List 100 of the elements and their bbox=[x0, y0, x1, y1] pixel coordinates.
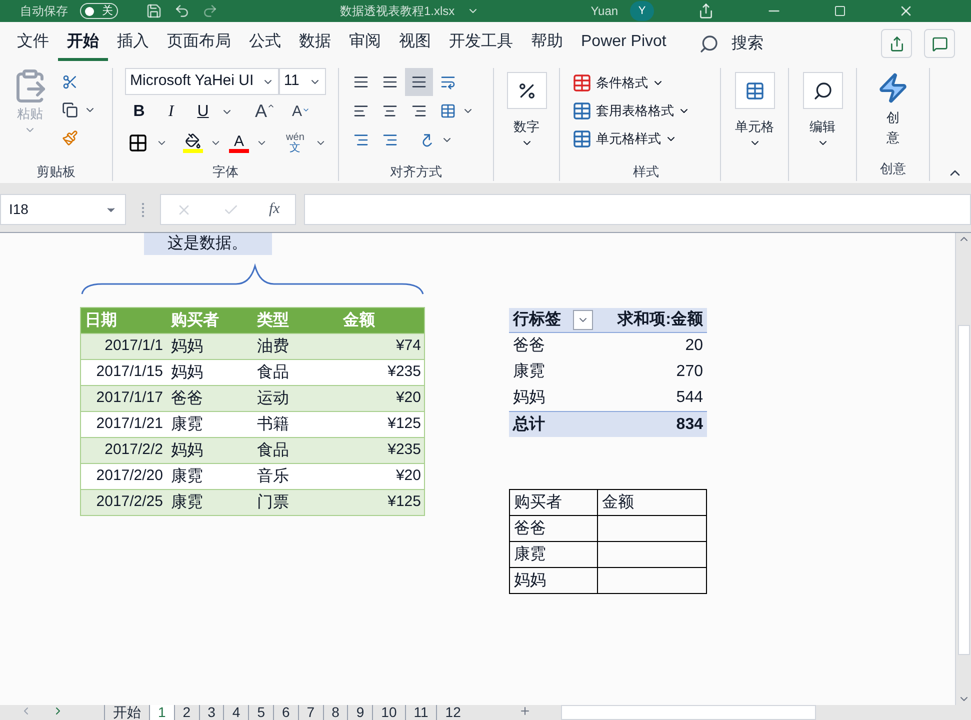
style-menu-button[interactable]: 套用表格格式 bbox=[572, 97, 720, 125]
indent-icon[interactable] bbox=[353, 132, 369, 148]
sheet-tab[interactable]: 9 bbox=[347, 705, 372, 720]
underline-button[interactable]: U bbox=[189, 98, 217, 126]
table-cell-text: ¥235 bbox=[386, 440, 422, 460]
table-cell-text: ¥125 bbox=[386, 492, 422, 512]
sheet-tab[interactable]: 5 bbox=[248, 705, 273, 720]
shrink-font-button[interactable]: A bbox=[285, 98, 317, 126]
paintbrush-icon[interactable] bbox=[62, 130, 78, 146]
ribbon-tab[interactable]: 开始 bbox=[58, 26, 108, 60]
name-box[interactable]: I18 bbox=[0, 194, 126, 225]
comments-button[interactable] bbox=[924, 29, 955, 58]
wrap-text-icon[interactable] bbox=[440, 74, 456, 90]
grow-font-button[interactable]: A bbox=[249, 98, 281, 126]
insert-function-button[interactable]: fx bbox=[268, 198, 280, 221]
align-center-icon[interactable] bbox=[382, 103, 398, 119]
table-cell-text: 妈妈 bbox=[512, 388, 546, 408]
style-menu-button[interactable]: 条件格式 bbox=[572, 69, 720, 97]
ribbon-tab[interactable]: 视图 bbox=[390, 26, 440, 60]
table-cell-text: 书籍 bbox=[256, 414, 290, 434]
align-left-icon[interactable] bbox=[353, 103, 369, 119]
align-right-icon[interactable] bbox=[411, 103, 427, 119]
table-icon[interactable] bbox=[744, 80, 764, 100]
table-cell-text: ¥20 bbox=[394, 466, 422, 486]
search-icon[interactable] bbox=[812, 80, 832, 100]
editing-button[interactable]: 编辑 bbox=[802, 72, 842, 148]
table-cell: 购买者 bbox=[510, 490, 598, 515]
paint-bucket-icon[interactable] bbox=[184, 133, 201, 149]
style-menu-button[interactable]: 单元格样式 bbox=[572, 125, 720, 153]
ribbon-tab[interactable]: 开发工具 bbox=[440, 26, 522, 60]
vertical-scrollbar[interactable] bbox=[955, 233, 971, 705]
ribbon-tab[interactable]: 插入 bbox=[108, 26, 158, 60]
sheet-tab[interactable]: 7 bbox=[298, 705, 323, 720]
sheet-tab[interactable]: 10 bbox=[372, 705, 405, 720]
table-icon[interactable] bbox=[572, 101, 592, 121]
autosave-toggle[interactable]: 关 bbox=[80, 3, 118, 19]
cells-button[interactable]: 单元格 bbox=[734, 72, 774, 148]
caret-icon bbox=[267, 102, 275, 110]
sheet-tab[interactable]: 12 bbox=[436, 705, 469, 720]
sheet-tab[interactable]: 3 bbox=[198, 705, 224, 720]
ribbon-tab[interactable]: 数据 bbox=[290, 26, 340, 60]
table-cell-text: 270 bbox=[676, 362, 704, 382]
add-sheet-icon[interactable] bbox=[518, 705, 531, 717]
borders-icon[interactable] bbox=[128, 133, 148, 153]
ribbon-tab[interactable]: 帮助 bbox=[522, 26, 572, 60]
align-top-icon[interactable] bbox=[353, 74, 369, 90]
sheet-tab[interactable]: 11 bbox=[404, 705, 436, 720]
ribbon-tab[interactable]: 审阅 bbox=[340, 26, 390, 60]
italic-button[interactable]: I bbox=[157, 98, 185, 126]
lightning-icon[interactable] bbox=[877, 72, 909, 104]
search-label[interactable]: 搜索 bbox=[731, 32, 764, 56]
scissors-icon[interactable] bbox=[62, 74, 78, 90]
sheet-tab[interactable]: 4 bbox=[223, 705, 248, 720]
group-label: 对齐方式 bbox=[390, 162, 442, 180]
share-icon[interactable] bbox=[888, 36, 904, 52]
search-icon[interactable] bbox=[699, 34, 720, 54]
filter-dropdown[interactable] bbox=[573, 310, 593, 330]
share-button[interactable] bbox=[881, 29, 912, 58]
sheet-tab[interactable]: 1 bbox=[149, 705, 174, 720]
indent-icon[interactable] bbox=[382, 132, 398, 148]
font-name-field[interactable]: Microsoft YaHei UI bbox=[125, 68, 279, 95]
ribbon-tab[interactable]: 页面布局 bbox=[158, 26, 240, 60]
user-name: Yuan bbox=[590, 3, 618, 20]
table-cell-text: 2017/2/20 bbox=[95, 466, 164, 486]
table-cell-text: 金额 bbox=[601, 492, 635, 512]
font-color-button[interactable]: A bbox=[226, 129, 252, 157]
maximize-icon[interactable] bbox=[834, 5, 846, 17]
table-cell-text: 爸爸 bbox=[170, 388, 204, 408]
ribbon-tab[interactable]: 文件 bbox=[8, 26, 58, 60]
table-cell-text: 康霓 bbox=[170, 414, 204, 434]
copy-icon[interactable] bbox=[62, 102, 78, 118]
ideas-button[interactable]: 创意 bbox=[877, 72, 909, 147]
phonetic-button[interactable]: wén 文 bbox=[280, 129, 311, 157]
merge-icon[interactable] bbox=[440, 103, 456, 119]
number-format-button[interactable]: 数字 bbox=[506, 72, 546, 148]
horizontal-scrollbar[interactable] bbox=[560, 705, 816, 720]
percent-icon[interactable] bbox=[516, 80, 536, 100]
table-cell-text: 妈妈 bbox=[170, 336, 204, 356]
comment-icon[interactable] bbox=[932, 36, 948, 52]
user-avatar[interactable]: Y bbox=[630, 1, 654, 21]
column-header: 购买者 bbox=[170, 310, 220, 330]
ribbon-tab[interactable]: Power Pivot bbox=[572, 26, 676, 60]
table-cell-text: 运动 bbox=[256, 388, 290, 408]
save-icon[interactable] bbox=[146, 3, 162, 19]
table-icon[interactable] bbox=[572, 129, 592, 149]
sheet-tab[interactable]: 2 bbox=[174, 705, 199, 720]
align-bottom-icon[interactable] bbox=[411, 74, 427, 90]
table-icon[interactable] bbox=[572, 73, 592, 93]
sheet-tab[interactable]: 8 bbox=[322, 705, 348, 720]
bold-button[interactable]: B bbox=[125, 98, 153, 126]
undo-icon[interactable] bbox=[174, 3, 190, 19]
sheet-tab[interactable]: 6 bbox=[272, 705, 298, 720]
table-cell-text: ¥74 bbox=[394, 336, 422, 356]
font-size-field[interactable]: 11 bbox=[278, 68, 326, 95]
ribbon-tab[interactable]: 公式 bbox=[240, 26, 290, 60]
table-cell-text: ¥235 bbox=[386, 362, 422, 382]
formula-input[interactable] bbox=[304, 194, 971, 225]
share-icon[interactable] bbox=[698, 3, 714, 19]
align-middle-icon[interactable] bbox=[382, 74, 398, 90]
align-bottom-button[interactable] bbox=[405, 68, 433, 96]
